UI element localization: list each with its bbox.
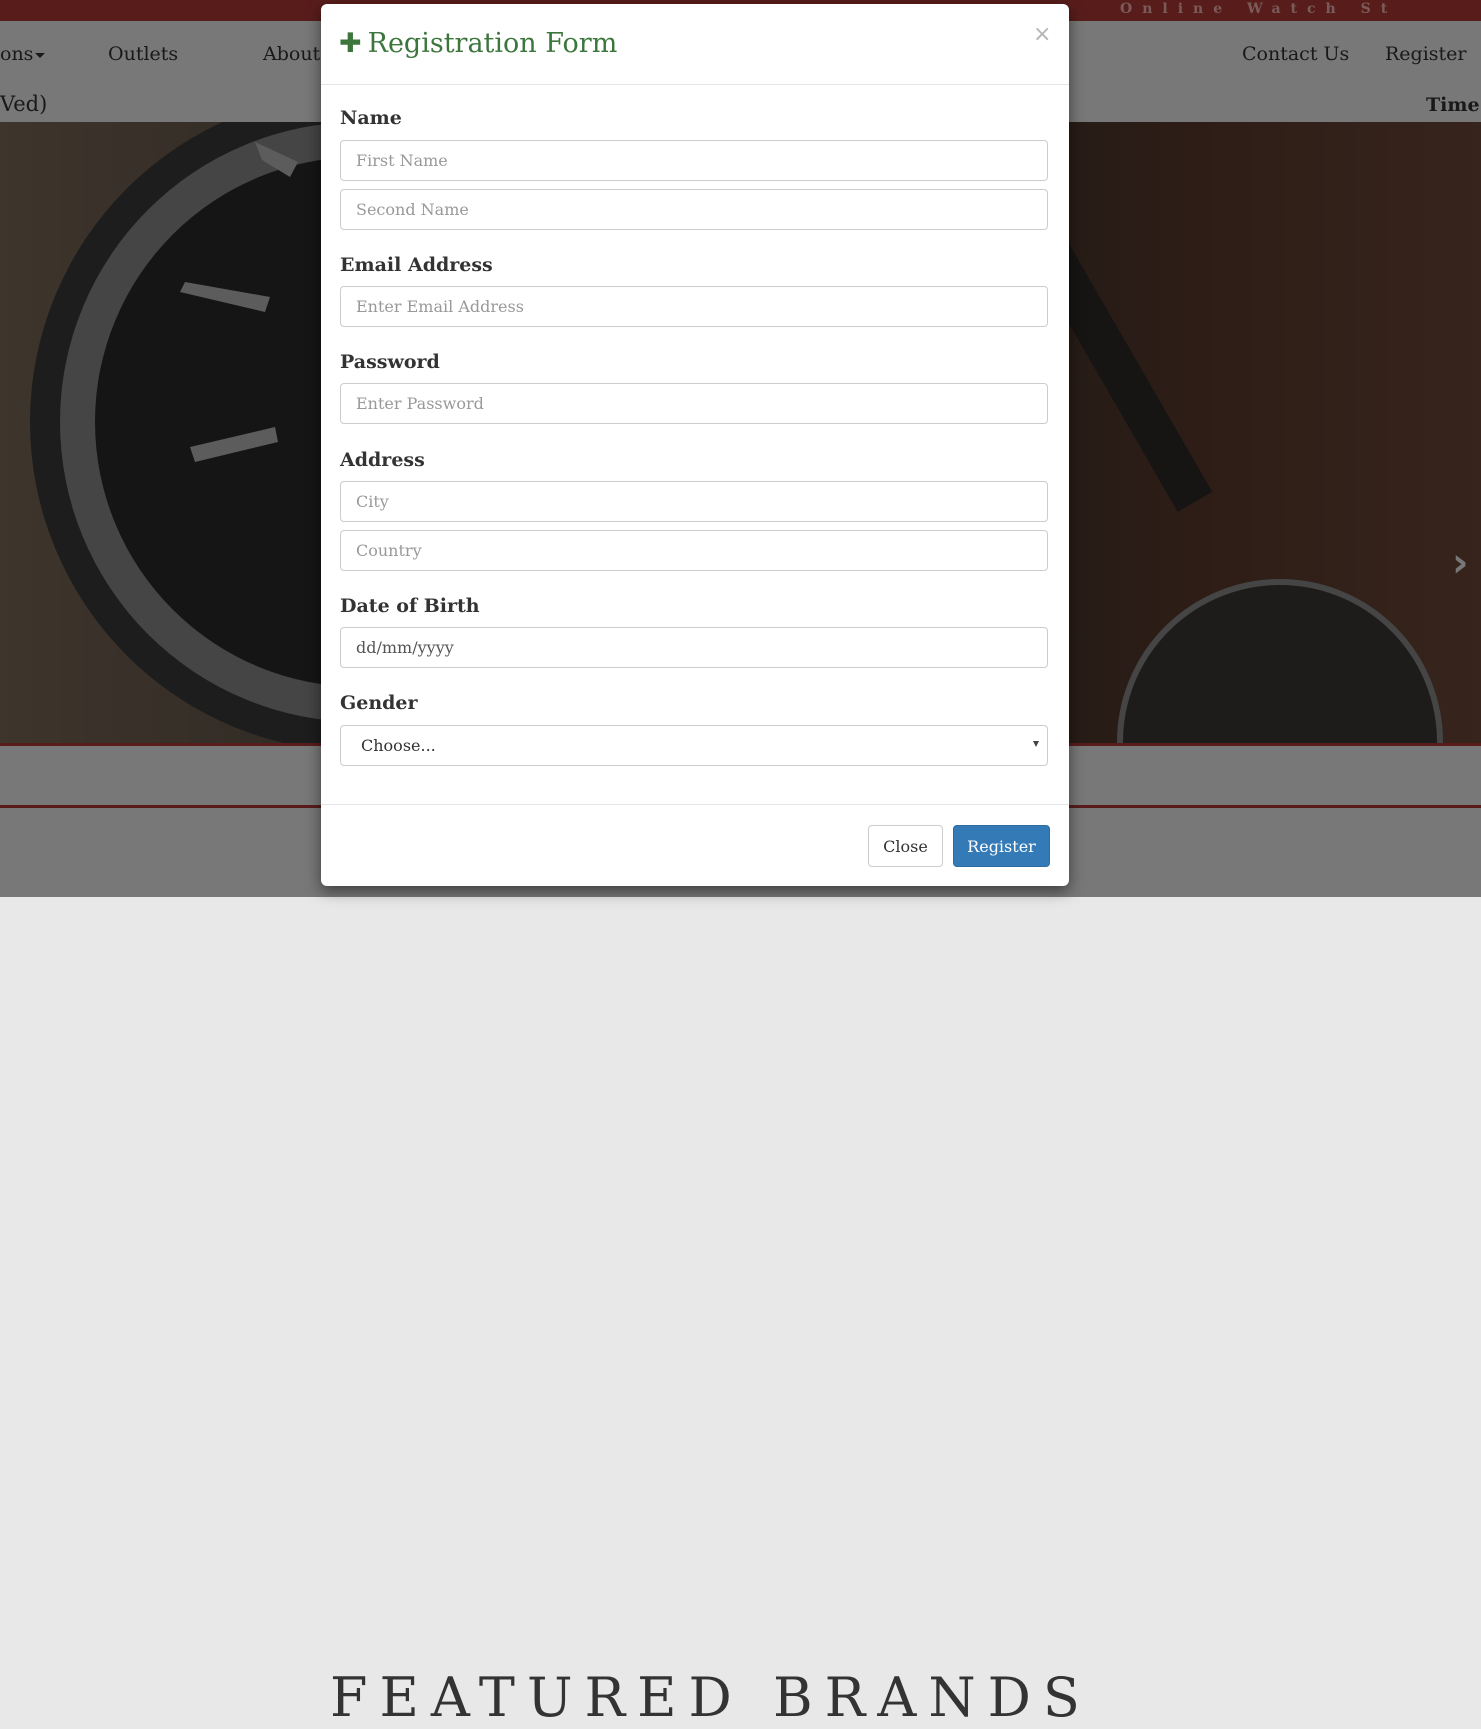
password-input[interactable] (340, 383, 1048, 424)
register-button[interactable]: Register (953, 825, 1050, 867)
city-input[interactable] (340, 481, 1048, 522)
first-name-input[interactable] (340, 140, 1048, 181)
gender-label: Gender (340, 692, 418, 714)
second-name-input[interactable] (340, 189, 1048, 230)
close-icon[interactable]: × (1033, 22, 1051, 47)
email-input[interactable] (340, 286, 1048, 327)
section-heading: FEATURED BRANDS (330, 1666, 1092, 1729)
country-input[interactable] (340, 530, 1048, 571)
caret-down-icon (1033, 741, 1039, 747)
modal-header: ✚ Registration Form × (321, 4, 1069, 85)
name-label: Name (340, 107, 402, 129)
dob-input[interactable] (340, 627, 1048, 668)
gender-select[interactable]: Choose... (340, 725, 1048, 766)
registration-modal: ✚Registration Form × Name Email Address … (321, 4, 1069, 886)
password-label: Password (340, 351, 440, 373)
dob-label: Date of Birth (340, 595, 480, 617)
modal-title-text: Registration Form (367, 28, 618, 59)
modal-title: ✚ Registration Form (339, 28, 617, 59)
address-label: Address (340, 449, 425, 471)
gender-selected-value: Choose... (361, 736, 436, 755)
close-button[interactable]: Close (868, 825, 943, 867)
email-label: Email Address (340, 254, 493, 276)
modal-footer: Close Register (321, 804, 1069, 887)
plus-icon: ✚ (339, 28, 362, 59)
